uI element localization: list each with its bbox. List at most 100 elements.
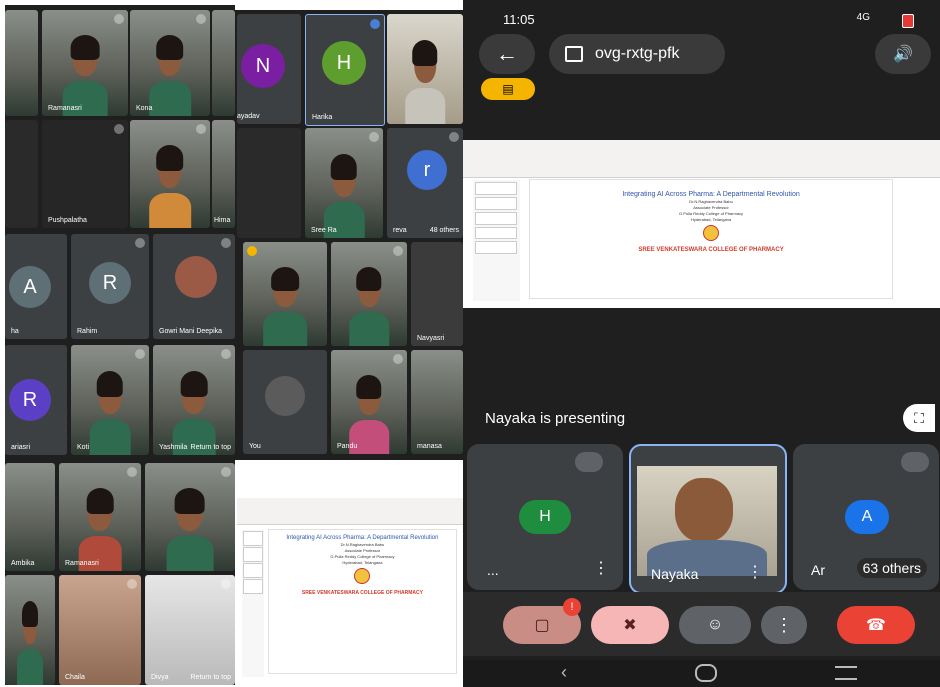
mic-off-icon <box>114 124 124 134</box>
recents-nav-icon[interactable] <box>835 666 857 680</box>
participant-tile[interactable]: R Rahim <box>71 234 149 339</box>
participant-photo <box>263 265 307 346</box>
shared-presentation: Integrating AI Across Pharma: A Departme… <box>463 140 940 308</box>
participant-tile[interactable]: Yashmila Return to top <box>153 345 235 455</box>
participant-name: Sree Ra <box>311 227 337 234</box>
slide-canvas: Integrating AI Across Pharma: A Departme… <box>268 529 457 673</box>
phone-meet-screen: 11:05 4G ← ovg-rxtg-pfk 🔊 ▤ Integrating … <box>463 0 940 687</box>
participant-tile-nayaka[interactable]: Nayaka ⋮ <box>629 444 787 594</box>
participant-video <box>637 466 777 576</box>
participant-photo <box>265 376 305 416</box>
slide-line: Hyderabad, Telangana <box>342 560 383 566</box>
ppt-ribbon <box>463 140 940 178</box>
participant-tile[interactable]: A ha <box>5 234 67 339</box>
mic-off-icon <box>575 452 603 472</box>
participant-name: Chaila <box>65 674 85 681</box>
others-count[interactable]: 48 others <box>430 227 459 234</box>
participant-name: Ramanasri <box>65 560 99 567</box>
participant-tile[interactable]: N ayadav <box>237 14 301 124</box>
participant-photo <box>323 152 365 238</box>
return-to-top-button[interactable]: Return to top <box>191 444 231 451</box>
participant-tile[interactable]: Navyasri <box>411 242 463 346</box>
participant-name: reva <box>393 227 407 234</box>
avatar: R <box>9 379 51 421</box>
slide-line: Hyderabad, Telangana <box>690 217 732 223</box>
participant-tile[interactable]: You <box>243 350 327 454</box>
participant-tile[interactable] <box>331 242 407 346</box>
speaker-button[interactable]: 🔊 <box>875 34 931 74</box>
fullscreen-button[interactable]: ⛶ <box>903 404 935 432</box>
slide-brand: SREE VENKATESWARA COLLEGE OF PHARMACY <box>301 590 423 597</box>
participant-photo <box>349 265 389 346</box>
participant-name: Hima <box>214 217 231 224</box>
back-nav-icon[interactable]: ‹ <box>561 662 567 683</box>
participant-name: Navyasri <box>417 335 445 342</box>
participant-name: ariasri <box>11 444 31 451</box>
participant-tile[interactable] <box>145 463 235 571</box>
mic-off-icon <box>114 14 124 24</box>
reactions-button[interactable]: ☺ <box>679 606 751 644</box>
participant-tile[interactable]: Sree Ra <box>305 128 383 238</box>
network-indicator: 4G <box>856 12 870 23</box>
presenting-label: Nayaka is presenting <box>485 410 626 427</box>
avatar: r <box>407 150 447 190</box>
participant-tile[interactable]: Pandu <box>331 350 407 454</box>
ppt-ribbon <box>237 498 463 526</box>
participant-tile[interactable] <box>212 10 235 116</box>
participant-tile-a[interactable]: A Ar 63 others <box>793 444 939 590</box>
participant-tile[interactable]: Pushpalatha <box>42 120 128 228</box>
participant-tile[interactable] <box>5 10 38 116</box>
home-nav-icon[interactable] <box>695 664 717 682</box>
participant-name: Nayaka <box>651 566 699 582</box>
mic-off-icon <box>369 132 379 142</box>
participant-tile[interactable]: Ramanasri <box>42 10 128 116</box>
participant-tile[interactable]: R ariasri <box>5 345 67 455</box>
slide-canvas: Integrating AI Across Pharma: A Departme… <box>529 180 893 298</box>
mic-off-icon <box>196 124 206 134</box>
participant-tile[interactable]: H Harika <box>305 14 385 126</box>
more-options-icon[interactable]: ⋮ <box>747 562 763 582</box>
more-options-button[interactable]: ⋮ <box>761 606 807 644</box>
participant-tile[interactable]: Gowri Mani Deepika <box>153 234 235 339</box>
avatar: R <box>89 262 131 304</box>
participant-tile[interactable] <box>5 575 55 685</box>
back-button[interactable]: ← <box>479 34 535 74</box>
end-call-button[interactable]: ☎ <box>837 606 915 644</box>
participant-tile[interactable] <box>243 242 327 346</box>
slide-title: Integrating AI Across Pharma: A Departme… <box>622 191 800 199</box>
participant-tile[interactable]: Koti <box>71 345 149 455</box>
participant-name: ayadav <box>237 113 260 120</box>
avatar: N <box>241 44 285 88</box>
participant-tile[interactable]: Kona <box>130 10 210 116</box>
participant-grid-left: Ramanasri Kona Pushpalatha Hima A ha R R… <box>5 5 235 685</box>
slide-thumbnails <box>241 529 265 677</box>
mic-off-button[interactable]: ✖ <box>591 606 669 644</box>
slide-line: Associate Professor <box>344 548 381 554</box>
participant-tile[interactable] <box>387 14 463 124</box>
participant-tile[interactable] <box>5 120 38 228</box>
participant-tile[interactable]: r reva 48 others <box>387 128 463 238</box>
meeting-code-chip[interactable]: ovg-rxtg-pfk <box>549 34 725 74</box>
activity-badge[interactable]: ▤ <box>481 78 535 100</box>
avatar: A <box>845 500 889 534</box>
participant-name: Kona <box>136 105 153 112</box>
participant-name: Divya <box>151 674 169 681</box>
mic-off-icon <box>901 452 929 472</box>
participant-name: You <box>249 443 261 450</box>
return-to-top-button[interactable]: Return to top <box>191 674 231 681</box>
participant-tile[interactable]: Ambika <box>5 463 55 571</box>
participant-tile[interactable]: manasa <box>411 350 463 454</box>
participant-name: Rahim <box>77 328 98 335</box>
mic-off-icon <box>370 19 380 29</box>
participant-tile[interactable] <box>130 120 210 228</box>
more-options-icon[interactable]: ⋮ <box>593 558 609 578</box>
mic-off-icon <box>135 349 145 359</box>
participant-tile[interactable]: Divya Return to top <box>145 575 235 685</box>
participant-tile[interactable]: Chaila <box>59 575 141 685</box>
status-time: 11:05 <box>503 12 535 27</box>
participant-tile[interactable]: Hima <box>212 120 235 228</box>
participant-tile[interactable]: Ramanasri <box>59 463 141 571</box>
participant-tile[interactable] <box>237 128 301 238</box>
participant-tile-h[interactable]: H ... ⋮ <box>467 444 623 590</box>
others-count[interactable]: 63 others <box>856 558 927 578</box>
